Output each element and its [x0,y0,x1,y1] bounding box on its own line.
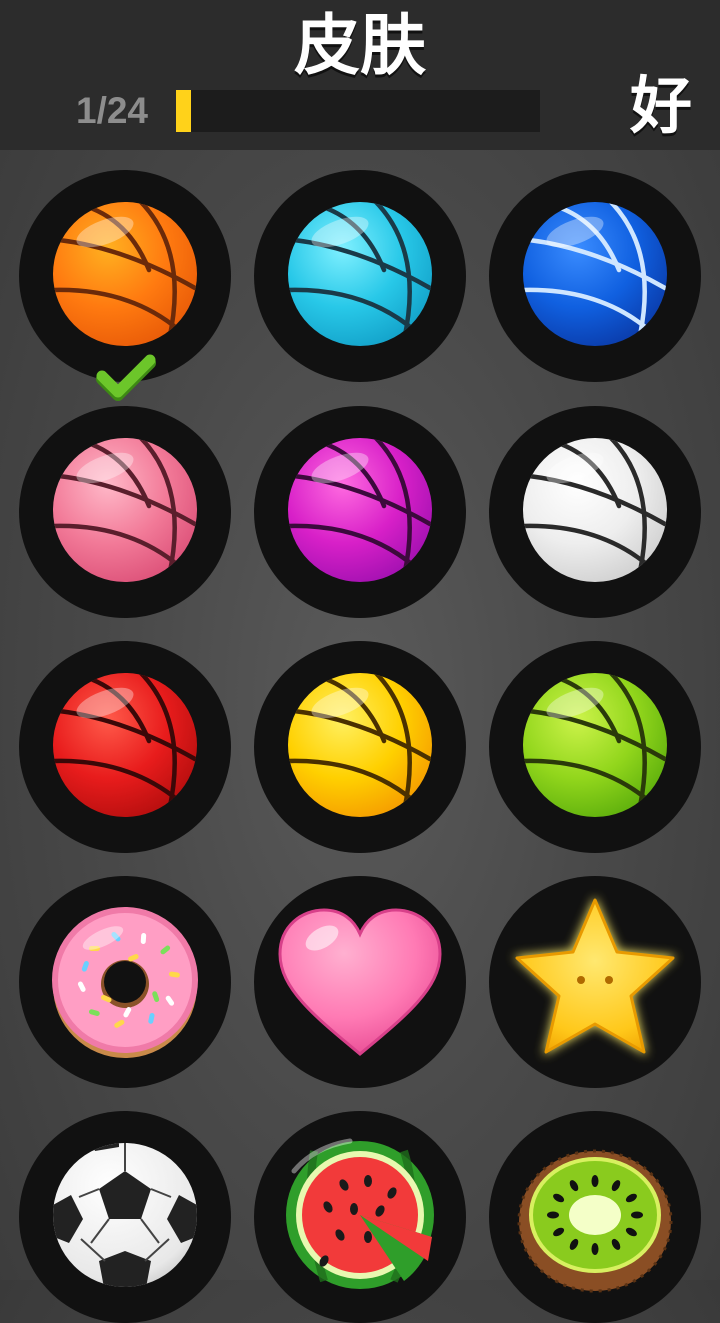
donut-icon [52,907,198,1058]
skin-slot-watermelon[interactable] [254,1111,466,1323]
skin-slot-basketball[interactable] [489,641,701,853]
kiwi-icon [517,1149,673,1293]
skin-slot-basketball[interactable] [254,170,466,382]
skin-grid [0,0,720,1323]
skin-slot-basketball[interactable] [254,641,466,853]
skin-slot-basketball[interactable] [19,641,231,853]
skin-slot-basketball[interactable] [489,406,701,618]
basketball-icon [53,202,197,346]
skin-slot-donut[interactable] [19,876,231,1088]
basketball-icon [288,438,432,582]
skin-slot-heart[interactable] [254,876,466,1088]
watermelon-icon [286,1138,434,1289]
basketball-icon [523,673,667,817]
heart-icon [278,908,442,1056]
skin-slot-star[interactable] [489,876,701,1088]
skin-slot-soccer[interactable] [19,1111,231,1323]
skin-slot-basketball[interactable] [19,170,231,382]
basketball-icon [288,202,432,346]
skin-slot-basketball[interactable] [489,170,701,382]
selected-check-icon [96,354,156,401]
basketball-icon [53,438,197,582]
basketball-icon [523,202,667,346]
soccer-icon [53,1143,197,1287]
star-icon [513,896,677,1056]
skin-slot-basketball[interactable] [254,406,466,618]
basketball-icon [523,438,667,582]
skin-slot-basketball[interactable] [19,406,231,618]
skin-slot-kiwi[interactable] [489,1111,701,1323]
basketball-icon [288,673,432,817]
basketball-icon [53,673,197,817]
